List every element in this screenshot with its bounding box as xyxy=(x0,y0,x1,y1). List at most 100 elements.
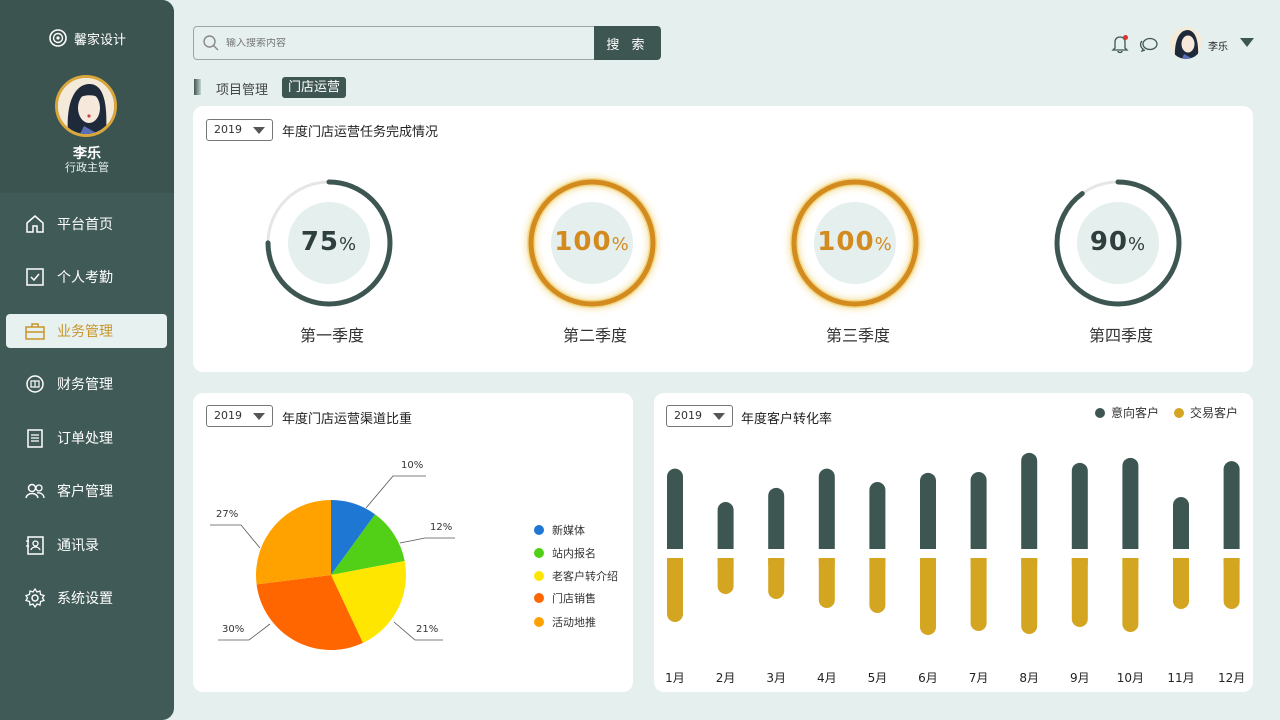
legend-label: 交易客户 xyxy=(1190,406,1239,420)
bar-intent xyxy=(1122,457,1139,560)
sidebar-item-home[interactable]: 平台首页 xyxy=(6,207,167,241)
sidebar-item-orders[interactable]: 订单处理 xyxy=(6,421,167,455)
bar-deal-top xyxy=(1122,558,1139,566)
legend-dot xyxy=(534,593,544,603)
search-input[interactable] xyxy=(226,37,566,49)
year-select[interactable]: 2019 xyxy=(206,405,273,427)
bar-deal-top xyxy=(869,558,886,566)
ring-number: 100 xyxy=(554,227,612,257)
bar-deal-top xyxy=(818,558,835,566)
sidebar-item-business[interactable]: 业务管理 xyxy=(6,314,167,348)
briefcase-icon xyxy=(25,323,45,340)
card-title: 年度门店运营任务完成情况 xyxy=(282,125,439,140)
sidebar-item-attendance[interactable]: 个人考勤 xyxy=(6,260,167,294)
pie-slice-label: 12% xyxy=(430,522,452,533)
bar-deal-top xyxy=(920,558,936,566)
avatar-portrait-icon xyxy=(58,78,114,134)
pie-chart: 10% 12% 21% 30% 27% xyxy=(210,460,455,650)
legend-dot xyxy=(534,617,544,627)
bar-gap xyxy=(1020,549,1039,558)
x-tick-label: 11月 xyxy=(1167,671,1195,685)
sidebar-item-customers[interactable]: 客户管理 xyxy=(6,474,167,508)
chat-icon[interactable] xyxy=(1139,35,1159,53)
ring-value-q4: 90% xyxy=(1053,227,1183,257)
quarter-label: 第一季度 xyxy=(299,326,364,345)
notification-dot xyxy=(1123,35,1128,40)
bar-deal-top xyxy=(717,558,734,566)
sidebar-item-finance[interactable]: 财务管理 xyxy=(6,367,167,401)
pie-slice-label: 10% xyxy=(401,460,423,471)
sidebar-item-settings[interactable]: 系统设置 xyxy=(6,581,167,615)
bar-deal-top xyxy=(667,558,683,566)
user-avatar[interactable] xyxy=(1170,27,1202,59)
legend-item: 交易客户 xyxy=(1174,404,1238,421)
bar-intent xyxy=(920,472,936,560)
legend-label: 站内报名 xyxy=(552,547,596,560)
sidebar-item-label: 业务管理 xyxy=(57,324,113,340)
sidebar-item-contacts[interactable]: 通讯录 xyxy=(6,528,167,562)
bar-deal-top xyxy=(1021,558,1038,566)
profile-role: 行政主管 xyxy=(65,161,109,174)
sidebar-item-label: 系统设置 xyxy=(57,591,113,607)
bar-gap xyxy=(716,549,735,558)
pie-leader-line xyxy=(210,524,261,549)
sidebar-item-label: 通讯录 xyxy=(57,538,99,554)
bar-deal-top xyxy=(1223,558,1240,566)
x-tick-label: 3月 xyxy=(766,671,786,685)
ring-unit: % xyxy=(874,234,893,255)
sidebar: 馨家设计 李乐 行政主管 平台首页 个人考勤 业务管理 财务管理 订单处理 客户… xyxy=(0,0,174,720)
ring-value-q1: 75% xyxy=(264,227,394,257)
pie-slice-label: 21% xyxy=(416,624,438,635)
contacts-icon xyxy=(26,536,44,555)
bar-deal-top xyxy=(1173,558,1189,566)
legend-dot xyxy=(534,571,544,581)
year-select-value: 2019 xyxy=(214,123,242,136)
breadcrumb-current[interactable]: 门店运营 xyxy=(282,77,347,98)
ring-number: 100 xyxy=(817,227,875,257)
bar-gap xyxy=(919,549,937,558)
legend-label: 门店销售 xyxy=(552,592,596,605)
sidebar-item-label: 平台首页 xyxy=(57,217,113,233)
breadcrumb-marker xyxy=(194,79,201,95)
user-name: 李乐 xyxy=(1208,42,1228,53)
bar-deal-top xyxy=(1071,558,1088,566)
bar-intent xyxy=(667,468,683,560)
chevron-down-icon xyxy=(713,413,725,420)
brand: 馨家设计 xyxy=(0,28,174,48)
sidebar-item-label: 财务管理 xyxy=(57,377,113,393)
bar-intent xyxy=(818,468,835,560)
x-tick-label: 6月 xyxy=(918,671,938,685)
year-select-value: 2019 xyxy=(214,409,242,422)
x-tick-label: 4月 xyxy=(816,671,837,685)
bar-intent xyxy=(970,472,987,560)
search-button[interactable]: 搜 索 xyxy=(594,26,661,60)
x-tick-label: 9月 xyxy=(1069,671,1090,685)
x-tick-label: 12月 xyxy=(1217,671,1246,685)
quarter-label: 第二季度 xyxy=(562,326,627,345)
avatar-portrait-icon xyxy=(1170,27,1202,59)
bar-deal-top xyxy=(768,558,785,566)
avatar[interactable] xyxy=(55,75,117,137)
legend-item: 老客户转介绍 xyxy=(534,568,618,584)
legend-item: 门店销售 xyxy=(534,590,596,606)
bar-gap xyxy=(868,549,887,558)
chevron-down-icon xyxy=(253,413,265,420)
legend-label: 新媒体 xyxy=(552,524,585,537)
brand-name: 馨家设计 xyxy=(73,32,126,48)
sidebar-item-label: 订单处理 xyxy=(57,431,113,447)
pie-leader-line xyxy=(365,475,426,509)
breadcrumb-item[interactable]: 项目管理 xyxy=(216,79,268,98)
checkbox-icon xyxy=(26,268,44,286)
sidebar-item-label: 客户管理 xyxy=(57,484,113,500)
bar-gap xyxy=(767,549,786,558)
settings-icon xyxy=(25,587,45,609)
legend-dot xyxy=(534,548,544,558)
pie-slice-label: 30% xyxy=(222,624,244,635)
user-menu-caret-icon[interactable] xyxy=(1240,38,1254,47)
search-box[interactable] xyxy=(193,26,595,60)
bar-intent xyxy=(1223,461,1240,560)
ring-value-q2: 100% xyxy=(527,227,657,257)
year-select[interactable]: 2019 xyxy=(206,119,273,141)
ring-unit: % xyxy=(339,234,358,255)
bar-gap xyxy=(817,549,836,558)
